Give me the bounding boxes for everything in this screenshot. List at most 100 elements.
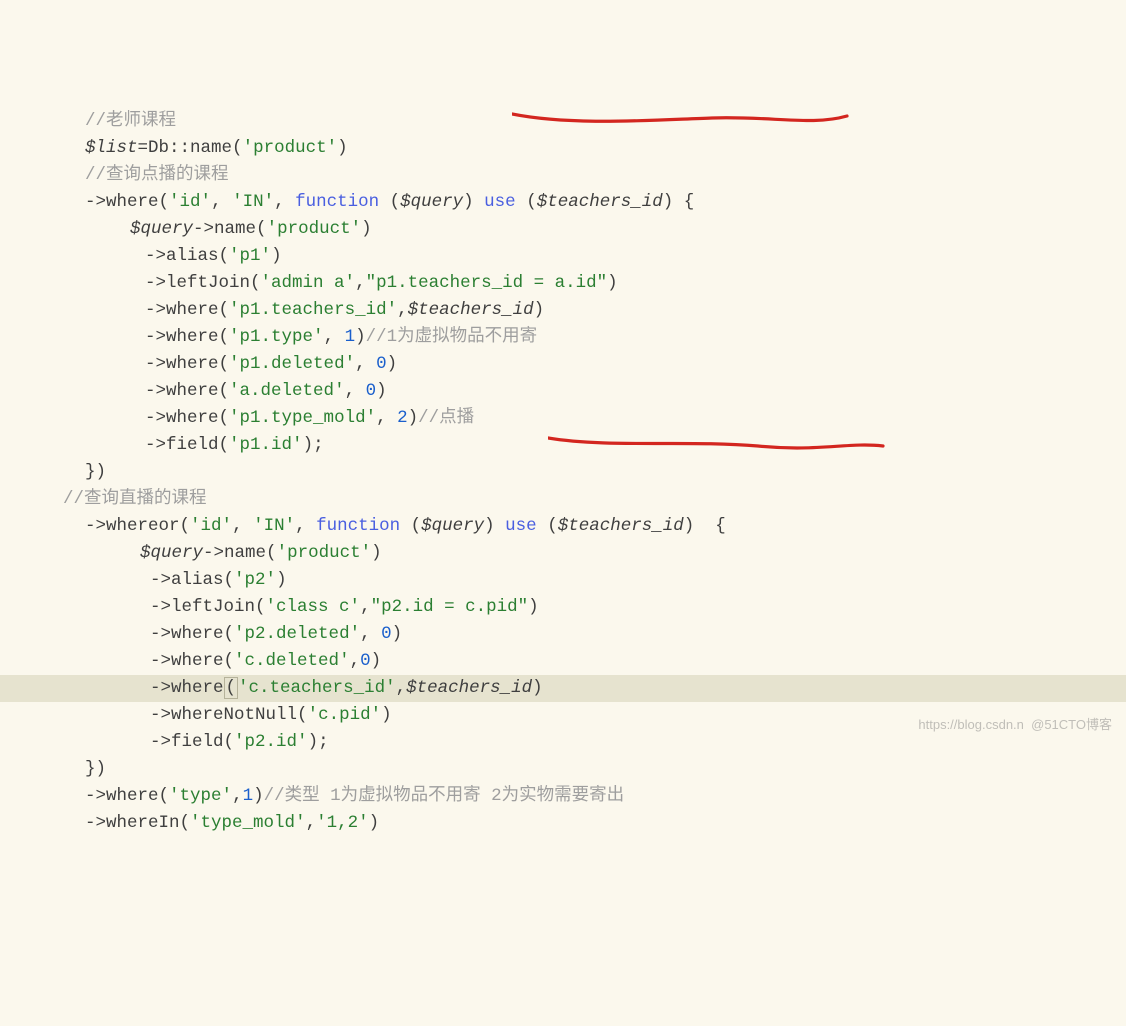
code-token: name: [214, 219, 256, 239]
code-token: 'p1.id': [229, 435, 303, 455]
code-token: alias: [166, 246, 219, 266]
code-token: use: [505, 516, 537, 536]
code-token: 'id': [190, 516, 232, 536]
code-token: (: [250, 273, 261, 293]
code-token: ): [532, 678, 543, 698]
code-token: (: [159, 192, 170, 212]
code-token: ->: [145, 435, 166, 455]
code-token: ->: [150, 624, 171, 644]
code-token: ): [271, 246, 282, 266]
code-token: ->: [203, 543, 224, 563]
code-token: $query: [421, 516, 484, 536]
code-token: 2: [397, 408, 408, 428]
code-token: ,: [396, 678, 407, 698]
code-token: field: [166, 435, 219, 455]
code-token: ): [463, 192, 484, 212]
code-token: 'p2': [234, 570, 276, 590]
code-token: 'product': [267, 219, 362, 239]
code-token: ->: [85, 813, 106, 833]
code-token: where: [106, 192, 159, 212]
code-token: where: [166, 354, 219, 374]
code-token: //查询点播的课程: [85, 165, 229, 185]
code-token: ,: [360, 624, 381, 644]
code-token: function: [316, 516, 400, 536]
code-token: ): [371, 543, 382, 563]
code-token: );: [303, 435, 324, 455]
code-line: //老师课程: [0, 108, 1126, 135]
code-token: ): [607, 273, 618, 293]
code-token: 'c.deleted': [234, 651, 350, 671]
code-token: (: [400, 516, 421, 536]
code-token: (: [219, 354, 230, 374]
code-token: $teachers_id: [558, 516, 684, 536]
code-token: 'p2.id': [234, 732, 308, 752]
code-token: 1: [345, 327, 356, 347]
code-token: (: [224, 651, 235, 671]
code-token: 0: [366, 381, 377, 401]
code-token: ): [253, 786, 264, 806]
code-token: ): [355, 327, 366, 347]
code-token: (: [219, 300, 230, 320]
code-token: ,: [376, 408, 397, 428]
code-token: }): [85, 462, 106, 482]
code-token: (: [180, 516, 191, 536]
code-token: 'admin a': [261, 273, 356, 293]
code-token: where: [106, 786, 159, 806]
code-token: 'type': [169, 786, 232, 806]
code-token: ->: [85, 786, 106, 806]
code-token: (: [219, 381, 230, 401]
code-token: 1: [243, 786, 254, 806]
code-token: (: [219, 327, 230, 347]
code-token: ,: [232, 786, 243, 806]
code-line: ->field('p1.id');: [0, 432, 1126, 459]
code-line: ->where('p1.type', 1)//1为虚拟物品不用寄: [0, 324, 1126, 351]
code-token: ->: [150, 597, 171, 617]
code-token: ->: [150, 705, 171, 725]
code-line: ->where('c.deleted',0): [0, 648, 1126, 675]
code-token: ): [484, 516, 505, 536]
code-token: 0: [381, 624, 392, 644]
code-token: ->: [145, 354, 166, 374]
code-token: ): [392, 624, 403, 644]
code-token: ,: [211, 192, 232, 212]
code-token: 'product': [243, 138, 338, 158]
code-token: ->: [150, 732, 171, 752]
code-token: ): [408, 408, 419, 428]
code-token: $query: [140, 543, 203, 563]
code-token: 'type_mold': [190, 813, 306, 833]
code-token: (: [224, 677, 239, 699]
code-token: (: [379, 192, 400, 212]
code-token: ->: [150, 651, 171, 671]
code-token: $query: [130, 219, 193, 239]
code-token: ,: [232, 516, 253, 536]
code-token: ): [337, 138, 348, 158]
code-token: $teachers_id: [406, 678, 532, 698]
code-token: leftJoin: [166, 273, 250, 293]
code-token: //1为虚拟物品不用寄: [366, 327, 538, 347]
code-token: (: [266, 543, 277, 563]
code-token: //查询直播的课程: [63, 489, 207, 509]
code-token: ): [369, 813, 380, 833]
code-token: $teachers_id: [408, 300, 534, 320]
code-token: (: [232, 138, 243, 158]
code-line: $query->name('product'): [0, 216, 1126, 243]
code-token: 'p1.type_mold': [229, 408, 376, 428]
code-line: ->where('a.deleted', 0): [0, 378, 1126, 405]
code-token: 'p1.type': [229, 327, 324, 347]
code-token: );: [308, 732, 329, 752]
code-line: ->whereor('id', 'IN', function ($query) …: [0, 513, 1126, 540]
code-token: ->: [145, 300, 166, 320]
code-line: ->alias('p1'): [0, 243, 1126, 270]
code-token: //点播: [418, 408, 474, 428]
code-line: ->leftJoin('admin a',"p1.teachers_id = a…: [0, 270, 1126, 297]
code-line: ->where('p1.teachers_id',$teachers_id): [0, 297, 1126, 324]
code-token: (: [256, 219, 267, 239]
code-token: 'p2.deleted': [234, 624, 360, 644]
code-token: $teachers_id: [537, 192, 663, 212]
code-line: //查询直播的课程: [0, 486, 1126, 513]
code-token: ): [381, 705, 392, 725]
code-line: }): [0, 459, 1126, 486]
code-token: ,: [345, 381, 366, 401]
code-token: where: [166, 408, 219, 428]
code-token: 'id': [169, 192, 211, 212]
